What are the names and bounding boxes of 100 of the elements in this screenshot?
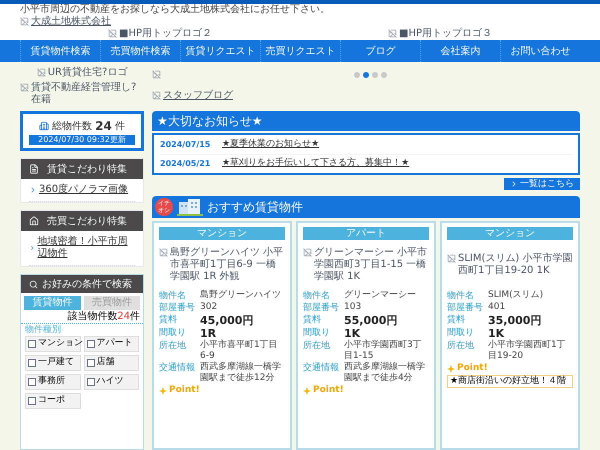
field-value: 西武多摩湖線一橋学園駅まで徒歩12分 — [200, 362, 282, 384]
panel-title: お好みの条件で検索 — [42, 278, 132, 292]
field-value: 小平市学園西町1丁目19-20 — [488, 340, 567, 362]
image-alt-text: ■HP用トップロゴ２ — [119, 28, 212, 40]
broken-image-icon — [108, 29, 117, 38]
sparkle-icon — [303, 386, 311, 394]
checkbox-option[interactable]: 店舗 — [84, 355, 139, 371]
nav-link[interactable]: 売買リクエスト — [260, 40, 340, 62]
sparkle-icon — [447, 364, 455, 372]
checkbox-option[interactable]: 事務所 — [25, 374, 80, 390]
field-label: 部屋番号 — [447, 302, 484, 314]
field-value: 103 — [344, 302, 362, 314]
field-value: 45,000円 — [200, 314, 254, 327]
field-value: SLIM(スリム) — [488, 290, 544, 302]
checkbox[interactable] — [28, 359, 36, 367]
field-value: 55,000円 — [344, 314, 398, 327]
building-icon — [39, 121, 50, 131]
property-card[interactable]: マンション SLIM(スリム) 小平市学園西町1丁目19-20 1K 物件名 SLIM(スリム) 部屋番号 401 賃料 35,000円 間取り 1K 所在地 小平市学園西町1丁目19-20 Point! ★商店街沿いの好立地！４階 — [440, 221, 580, 450]
point-label: Point! — [313, 385, 344, 396]
checkbox-option[interactable]: アパート — [84, 336, 139, 352]
checkbox[interactable] — [28, 378, 36, 386]
total-count-unit: 件 — [114, 120, 125, 134]
field-label: 賃料 — [447, 314, 466, 327]
news-date: 2024/05/21 — [160, 158, 212, 170]
nav-link[interactable]: 賃貸リクエスト — [180, 40, 260, 62]
image-alt-text: UR賃貸住宅?ロゴ — [48, 66, 128, 78]
field-label: 交通情報 — [159, 362, 196, 375]
result-count-value: 24 — [117, 310, 130, 323]
nav-link[interactable]: 売買物件検索 — [100, 40, 180, 62]
field-value: 小平市学園西町3丁目1-15 — [344, 340, 423, 362]
nav-link[interactable]: 会社案内 — [420, 40, 500, 62]
field-value: 1R — [200, 327, 216, 340]
broken-image-icon — [20, 82, 29, 92]
tagline: 小平市周辺の不動産をお探しなら大成土地株式会社にお任せ下さい。 — [20, 4, 331, 15]
sparkle-icon — [159, 386, 167, 394]
nav-link[interactable]: お問い合わせ — [500, 40, 580, 62]
broken-image-icon — [447, 254, 456, 263]
image-link[interactable]: 大成土地株式会社 — [31, 16, 111, 28]
total-count-label: 総物件数 — [52, 120, 92, 134]
nav-link[interactable]: ブログ — [340, 40, 420, 62]
field-value: グリーンマーシー — [344, 290, 416, 302]
property-card[interactable]: アパート グリーンマーシー 小平市学園西町3丁目1-15 一橋学園駅 1K 物件名 グリーンマーシー 部屋番号 103 賃料 55,000円 間取り 1K 所在地 小平市学園西町3丁目1-15 交通情報 西武多摩湖線一橋学園駅まで徒歩4分 Point! — [296, 221, 436, 450]
filter-group-label: 物件種別 — [24, 324, 62, 336]
panel-title: 売買こだわり特集 — [47, 214, 127, 228]
image-alt-text: ■HP用トップロゴ３ — [399, 28, 492, 40]
field-value: 1K — [344, 327, 360, 340]
broken-image-icon — [20, 17, 29, 26]
broken-image-icon — [152, 70, 161, 80]
field-value: 401 — [488, 302, 506, 314]
search-icon — [29, 280, 38, 288]
image-alt-text: グリーンマーシー 小平市学園西町3丁目1-15 一橋学園駅 1K — [314, 247, 428, 283]
chevron-icon — [510, 180, 518, 188]
field-label: 物件名 — [159, 290, 187, 302]
checkbox[interactable] — [28, 397, 36, 405]
field-label: 部屋番号 — [159, 302, 196, 314]
broken-image-icon — [159, 248, 168, 257]
checkbox-option[interactable]: 一戸建て — [25, 355, 80, 371]
news-link[interactable]: ★草刈りをお手伝いして下さる方、募集中！★ — [222, 157, 410, 171]
broken-image-icon — [36, 68, 46, 76]
image-alt-text: SLIM(スリム) 小平市学園西町1丁目19-20 1K — [458, 253, 573, 277]
checkbox[interactable] — [28, 340, 36, 348]
checkbox[interactable] — [86, 378, 94, 386]
house-icon — [29, 216, 39, 226]
field-value: 302 — [200, 302, 218, 314]
field-label: 部屋番号 — [303, 302, 340, 314]
property-type-label: マンション — [447, 227, 573, 240]
field-value: 島野グリーンハイツ — [200, 290, 281, 302]
field-label: 物件名 — [303, 290, 331, 302]
field-label: 間取り — [447, 327, 475, 340]
checkbox-option[interactable]: ハイツ — [84, 374, 139, 390]
field-label: 交通情報 — [303, 362, 340, 375]
news-date: 2024/07/15 — [160, 138, 212, 150]
feature-link[interactable]: 地域密着！小平市周辺物件 — [38, 236, 135, 260]
field-label: 所在地 — [159, 340, 187, 353]
checkbox[interactable] — [86, 340, 94, 348]
property-type-label: マンション — [159, 227, 285, 240]
updated-label: 2024/07/30 09:32更新 — [29, 135, 135, 145]
image-alt-text: 賃貸不動産経営管理し?在籍 — [31, 82, 138, 106]
field-value: 1K — [488, 327, 504, 340]
checkbox[interactable] — [86, 359, 94, 367]
field-label: 物件名 — [447, 290, 475, 302]
image-link[interactable]: スタッフブログ — [163, 90, 233, 102]
point-label: Point! — [457, 363, 488, 374]
nav-link[interactable]: 賃貸物件検索 — [20, 40, 100, 62]
news-header: ★大切なお知らせ★ — [152, 111, 580, 131]
field-label: 間取り — [303, 327, 331, 340]
field-label: 賃料 — [303, 314, 322, 327]
point-note: ★商店街沿いの好立地！４階 — [447, 375, 573, 388]
more-button[interactable]: 一覧はこちら — [504, 178, 580, 190]
recommended-title: おすすめ賃貸物件 — [207, 199, 303, 216]
field-value: 西武多摩湖線一橋学園駅まで徒歩4分 — [344, 362, 426, 384]
feature-link[interactable]: 360度パノラマ画像 — [39, 184, 128, 196]
checkbox-option[interactable]: マンション — [25, 336, 80, 352]
broken-image-icon — [152, 90, 161, 100]
field-value: 小平市喜平町1丁目6-9 — [200, 340, 279, 362]
property-card[interactable]: マンション 島野グリーンハイツ 小平市喜平町1丁目6-9 一橋学園駅 1R 外観 物件名 島野グリーンハイツ 部屋番号 302 賃料 45,000円 間取り 1R 所在地 小平市喜平町1丁目6-9 交通情報 西武多摩湖線一橋学園駅まで徒歩12分 Point! — [152, 221, 292, 450]
news-link[interactable]: ★夏季休業のお知らせ★ — [222, 138, 320, 152]
broken-image-icon — [388, 29, 397, 38]
checkbox-option[interactable]: コーポ — [25, 393, 80, 409]
chevron-icon — [29, 186, 37, 194]
